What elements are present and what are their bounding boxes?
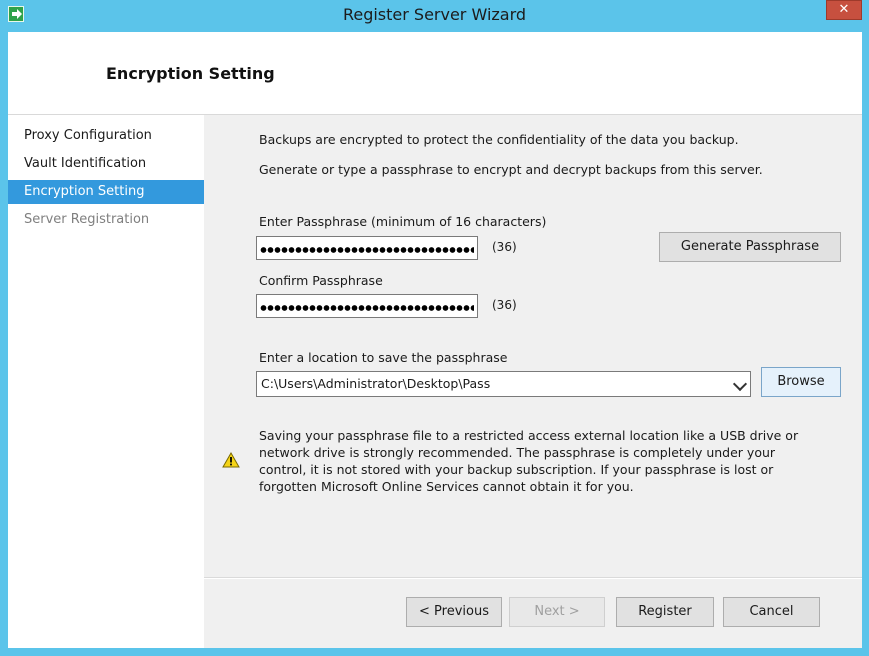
encryption-setting-panel: Backups are encrypted to protect the con…: [204, 115, 862, 648]
confirm-passphrase-input[interactable]: [256, 294, 478, 318]
browse-button[interactable]: Browse: [761, 367, 841, 397]
footer-divider-highlight: [204, 578, 862, 579]
register-server-wizard-window: Register Server Wizard ✕ Encryption Sett…: [0, 0, 869, 656]
close-button[interactable]: ✕: [826, 0, 862, 20]
warning-icon: [222, 452, 240, 468]
wizard-steps-nav: Proxy Configuration Vault Identification…: [8, 115, 204, 648]
cancel-button[interactable]: Cancel: [723, 597, 820, 627]
generate-passphrase-button[interactable]: Generate Passphrase: [659, 232, 841, 262]
intro-text-2: Generate or type a passphrase to encrypt…: [259, 162, 763, 177]
next-button: Next >: [509, 597, 605, 627]
passphrase-warning-text: Saving your passphrase file to a restric…: [259, 428, 799, 494]
confirm-passphrase-label: Confirm Passphrase: [259, 273, 383, 288]
confirm-passphrase-count: (36): [492, 298, 517, 312]
nav-item-server-registration: Server Registration: [24, 212, 150, 227]
masked-passphrase: [260, 305, 474, 311]
location-value: C:\Users\Administrator\Desktop\Pass: [261, 376, 491, 391]
nav-item-proxy-configuration[interactable]: Proxy Configuration: [8, 124, 204, 148]
register-button[interactable]: Register: [616, 597, 714, 627]
enter-passphrase-label: Enter Passphrase (minimum of 16 characte…: [259, 214, 547, 229]
previous-button[interactable]: < Previous: [406, 597, 502, 627]
intro-text-1: Backups are encrypted to protect the con…: [259, 132, 739, 147]
wizard-header: Encryption Setting: [8, 32, 862, 114]
enter-passphrase-count: (36): [492, 240, 517, 254]
enter-passphrase-input[interactable]: [256, 236, 478, 260]
nav-item-encryption-setting[interactable]: Encryption Setting: [8, 180, 204, 204]
nav-item-vault-identification[interactable]: Vault Identification: [8, 152, 204, 176]
location-label: Enter a location to save the passphrase: [259, 350, 508, 365]
chevron-down-icon[interactable]: [732, 376, 748, 392]
passphrase-location-combobox[interactable]: C:\Users\Administrator\Desktop\Pass: [256, 371, 751, 397]
title-bar[interactable]: Register Server Wizard ✕: [0, 0, 869, 32]
wizard-client-area: Encryption Setting Proxy Configuration V…: [8, 32, 862, 648]
masked-passphrase: [260, 247, 474, 253]
window-title: Register Server Wizard: [342, 5, 527, 24]
page-title: Encryption Setting: [106, 64, 275, 83]
